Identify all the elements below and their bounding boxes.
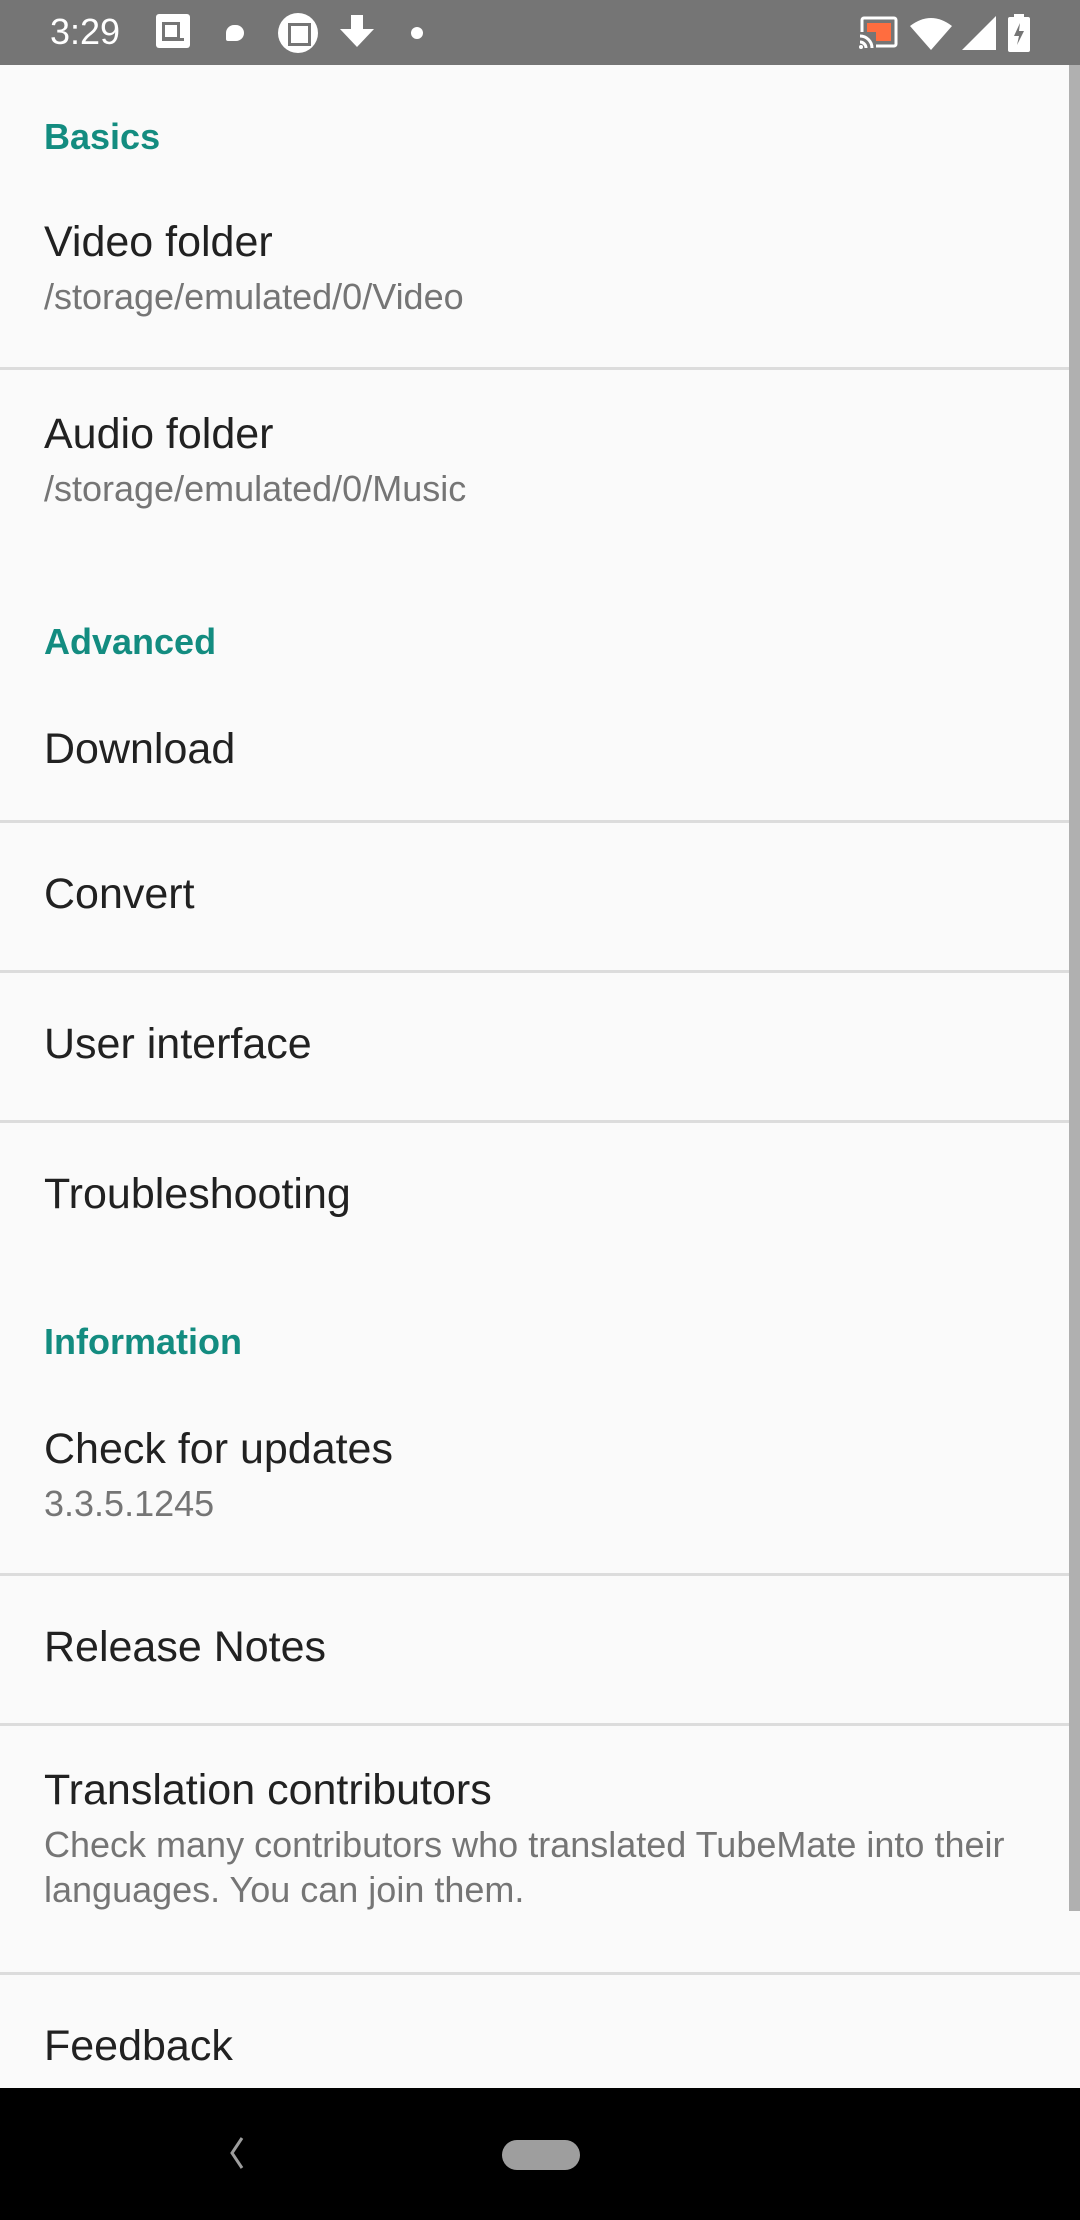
- pref-check-for-updates[interactable]: Check for updates 3.3.5.1245: [0, 1385, 1080, 1573]
- cast-icon: [858, 16, 898, 50]
- cell-signal-icon: [962, 16, 996, 50]
- section-header-information: Information: [44, 1321, 242, 1362]
- pref-title: Translation contributors: [44, 1766, 492, 1814]
- settings-list: Basics Video folder /storage/emulated/0/…: [0, 65, 1080, 2088]
- pref-convert[interactable]: Convert: [0, 823, 1080, 970]
- section-header-advanced: Advanced: [44, 621, 217, 662]
- pref-summary: /storage/emulated/0/Music: [44, 468, 467, 509]
- pref-title: Feedback: [44, 2022, 233, 2070]
- pref-video-folder[interactable]: Video folder /storage/emulated/0/Video: [0, 185, 1080, 367]
- pref-summary: 3.3.5.1245: [44, 1483, 215, 1524]
- pref-title: Troubleshooting: [44, 1170, 351, 1218]
- news-icon: [156, 14, 190, 48]
- pref-troubleshooting[interactable]: Troubleshooting: [0, 1123, 1080, 1273]
- chat-bubble-icon: [226, 25, 244, 41]
- pref-download[interactable]: Download: [0, 685, 1080, 820]
- pref-user-interface[interactable]: User interface: [0, 973, 1080, 1120]
- screenshot-edit-icon: [278, 13, 318, 53]
- pref-title: Check for updates: [44, 1425, 393, 1473]
- status-bar: 3:29: [0, 0, 1080, 65]
- pref-feedback[interactable]: Feedback: [0, 1975, 1080, 2088]
- pref-title: Audio folder: [44, 410, 274, 458]
- home-pill-icon[interactable]: [502, 2140, 580, 2170]
- download-icon: [340, 15, 374, 47]
- battery-charging-icon: [1008, 14, 1030, 52]
- pref-title: Download: [44, 725, 236, 773]
- back-icon[interactable]: [224, 2128, 254, 2178]
- pref-audio-folder[interactable]: Audio folder /storage/emulated/0/Music: [0, 370, 1080, 570]
- status-time: 3:29: [50, 11, 121, 52]
- pref-title: Video folder: [44, 218, 273, 266]
- pref-summary: /storage/emulated/0/Video: [44, 276, 464, 317]
- notification-dot-icon: [411, 27, 423, 39]
- pref-title: Convert: [44, 870, 195, 918]
- pref-release-notes[interactable]: Release Notes: [0, 1576, 1080, 1723]
- pref-title: User interface: [44, 1020, 312, 1068]
- pref-translation-contributors[interactable]: Translation contributors Check many cont…: [0, 1726, 1080, 1972]
- pref-title: Release Notes: [44, 1623, 327, 1671]
- wifi-icon: [910, 18, 952, 50]
- navigation-bar: [0, 2088, 1080, 2220]
- pref-summary: Check many contributors who translated T…: [44, 1824, 1005, 1910]
- section-header-basics: Basics: [44, 116, 161, 157]
- scrollbar[interactable]: [1069, 65, 1080, 1911]
